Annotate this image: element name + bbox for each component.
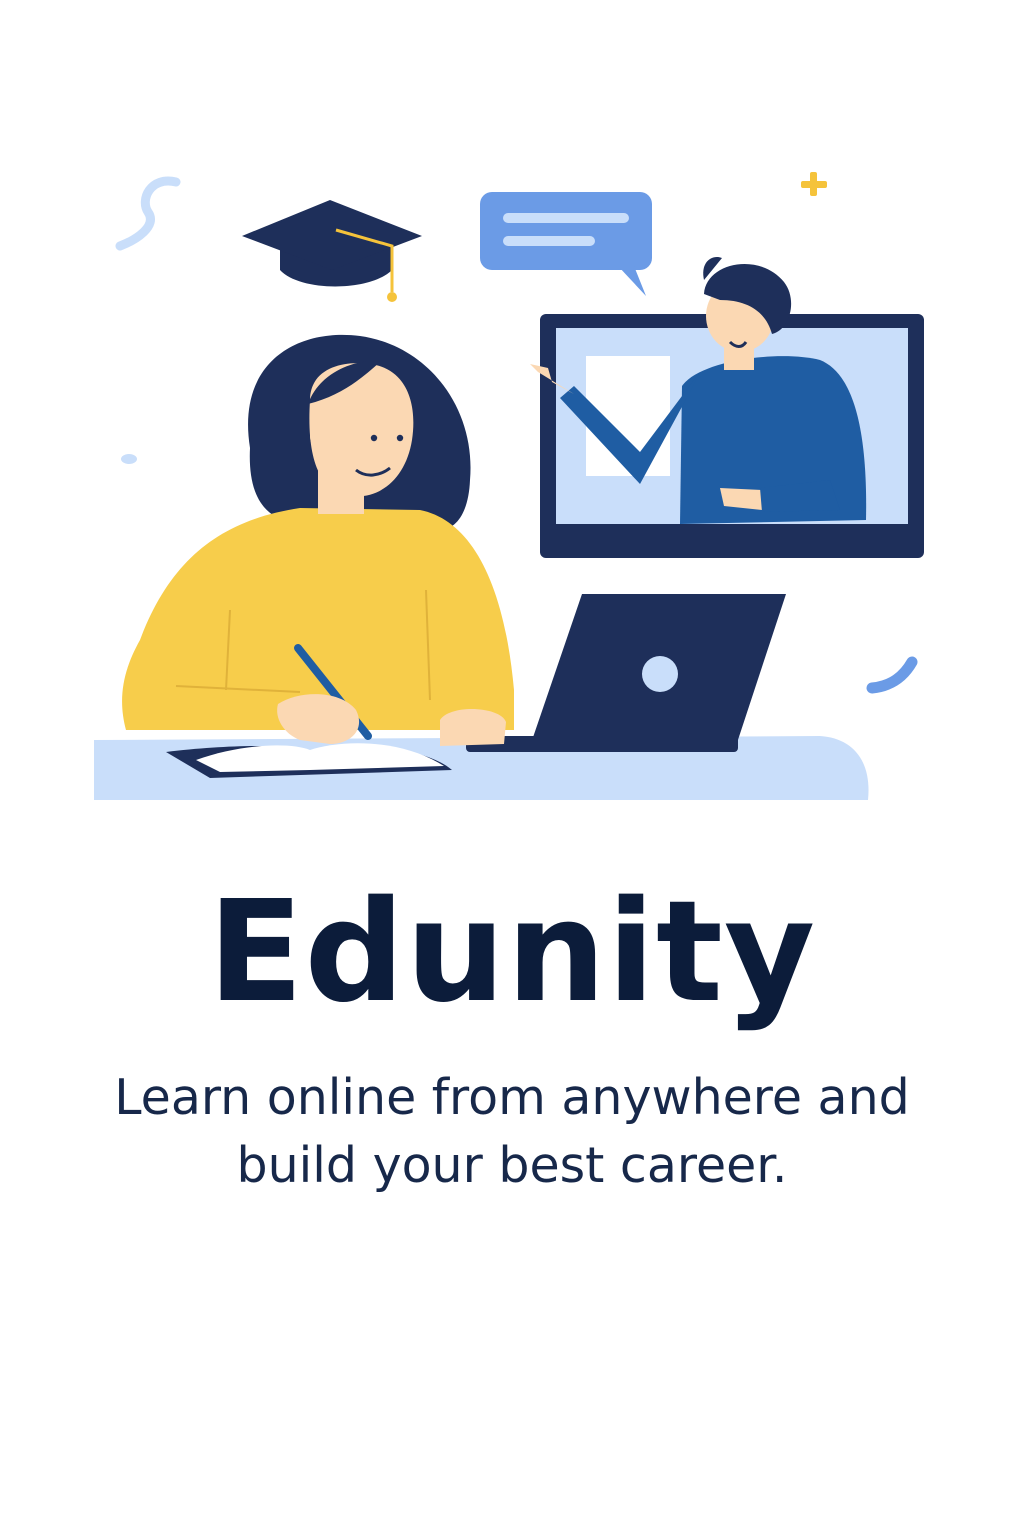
tagline-line-2: build your best career. xyxy=(236,1137,788,1194)
tagline: Learn online from anywhere and build you… xyxy=(82,1064,942,1200)
hero-illustration xyxy=(0,0,1024,840)
plus-sparkle-icon xyxy=(801,172,827,196)
student-hand-on-laptop xyxy=(440,708,506,746)
tagline-line-1: Learn online from anywhere and xyxy=(114,1069,910,1126)
app-title: Edunity xyxy=(207,871,817,1034)
onboarding-screen: Edunity Learn online from anywhere and b… xyxy=(0,0,1024,1536)
dot-decoration xyxy=(121,454,137,464)
swoosh-decoration xyxy=(866,656,918,694)
chat-bubble-icon xyxy=(480,192,652,296)
squiggle-decoration xyxy=(115,176,181,251)
graduation-cap-icon xyxy=(242,200,422,302)
